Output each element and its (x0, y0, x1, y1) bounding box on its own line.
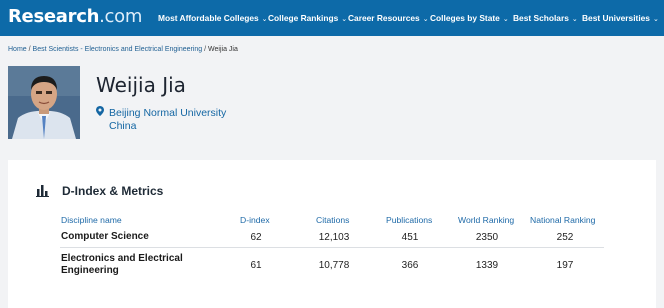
breadcrumb-separator: / (204, 46, 207, 53)
chevron-down-icon: ⌄ (341, 16, 348, 23)
d-index-value: 61 (250, 260, 262, 271)
chevron-down-icon: ⌄ (571, 16, 578, 23)
nav-label: Best Scholars (513, 13, 569, 23)
chevron-down-icon: ⌄ (261, 16, 268, 23)
nav-colleges-by-state[interactable]: Colleges by State ⌄ (430, 11, 509, 25)
col-world-ranking[interactable]: World Ranking (458, 214, 514, 226)
col-discipline-name[interactable]: Discipline name (61, 214, 122, 226)
chevron-down-icon: ⌄ (502, 16, 509, 23)
nav-label: Career Resources (348, 13, 420, 23)
national-ranking-value: 252 (556, 232, 574, 243)
affiliation: Beijing Normal University China (96, 106, 226, 133)
bar-chart-icon (36, 184, 49, 197)
discipline-electronics-electrical-engineering[interactable]: Electronics and Electrical Engineering (61, 253, 211, 277)
main-nav: Most Affordable Colleges ⌄ College Rankin… (0, 0, 664, 36)
metrics-title: D-Index & Metrics (62, 184, 164, 198)
national-ranking-value: 197 (556, 260, 574, 271)
publications-value: 451 (401, 232, 419, 243)
breadcrumb: Home / Best Scientists - Electronics and… (8, 44, 238, 56)
col-publications[interactable]: Publications (386, 214, 432, 226)
location-pin-icon (96, 106, 105, 120)
nav-best-universities[interactable]: Best Universities ⌄ (582, 11, 659, 25)
world-ranking-value: 1339 (475, 260, 499, 271)
discipline-computer-science[interactable]: Computer Science (61, 231, 149, 242)
col-national-ranking[interactable]: National Ranking (530, 214, 595, 226)
citations-value: 10,778 (318, 260, 350, 271)
nav-label: Colleges by State (430, 13, 500, 23)
breadcrumb-current: Weijia Jia (208, 46, 238, 53)
top-navigation-bar: Research.com Most Affordable Colleges ⌄ C… (0, 0, 664, 36)
nav-most-affordable-colleges[interactable]: Most Affordable Colleges ⌄ (158, 11, 268, 25)
profile-photo (8, 66, 80, 139)
country-link[interactable]: China (96, 120, 226, 133)
breadcrumb-separator: / (28, 46, 31, 53)
col-d-index[interactable]: D-index (240, 214, 270, 226)
scientist-name: Weijia Jia (96, 73, 186, 97)
metrics-panel: D-Index & Metrics Discipline name D-inde… (8, 160, 656, 308)
chevron-down-icon: ⌄ (422, 16, 429, 23)
nav-best-scholars[interactable]: Best Scholars ⌄ (513, 11, 578, 25)
publications-value: 366 (401, 260, 419, 271)
nav-label: College Rankings (268, 13, 339, 23)
citations-value: 12,103 (318, 232, 350, 243)
d-index-value: 62 (250, 232, 262, 243)
nav-career-resources[interactable]: Career Resources ⌄ (348, 11, 429, 25)
chevron-down-icon: ⌄ (652, 16, 659, 23)
world-ranking-value: 2350 (475, 232, 499, 243)
row-divider (60, 247, 604, 248)
col-citations[interactable]: Citations (316, 214, 349, 226)
university-link[interactable]: Beijing Normal University (109, 107, 226, 119)
nav-label: Most Affordable Colleges (158, 13, 259, 23)
breadcrumb-home[interactable]: Home (8, 46, 27, 53)
nav-label: Best Universities (582, 13, 650, 23)
nav-college-rankings[interactable]: College Rankings ⌄ (268, 11, 347, 25)
breadcrumb-best-scientists[interactable]: Best Scientists - Electronics and Electr… (33, 46, 203, 53)
